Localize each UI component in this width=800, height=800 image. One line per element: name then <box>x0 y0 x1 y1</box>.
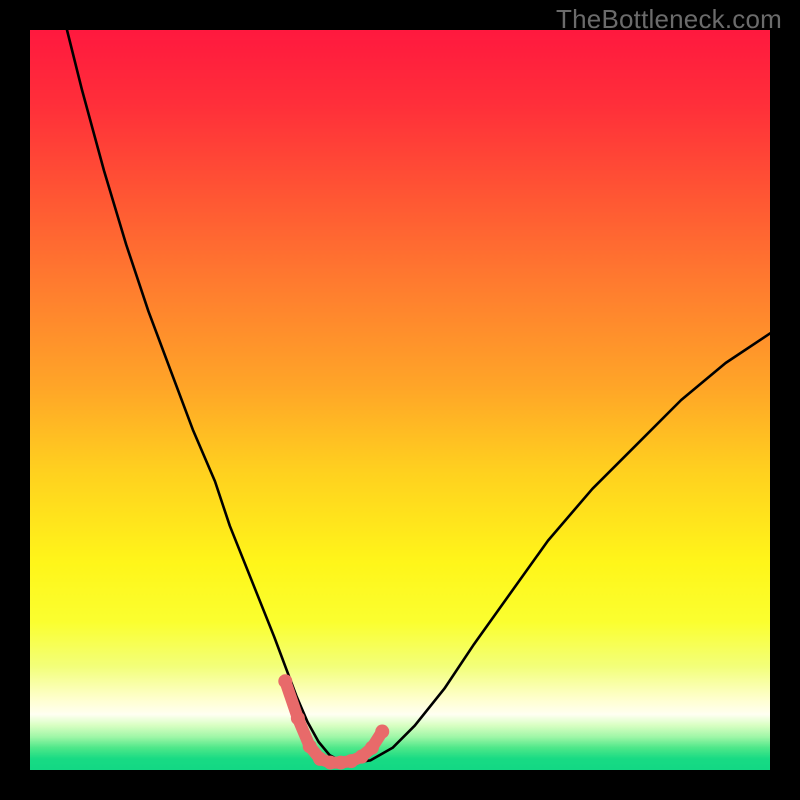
bottom-marker-dot <box>291 711 305 725</box>
curve-layer <box>30 30 770 770</box>
plot-area <box>30 30 770 770</box>
bottom-marker-dot <box>375 725 389 739</box>
bottom-marker-dot <box>278 674 292 688</box>
bottom-marker-dot <box>303 739 317 753</box>
watermark-text: TheBottleneck.com <box>556 4 782 35</box>
bottleneck-curve <box>67 30 770 763</box>
outer-frame: TheBottleneck.com <box>0 0 800 800</box>
bottom-marker-dot <box>365 741 379 755</box>
